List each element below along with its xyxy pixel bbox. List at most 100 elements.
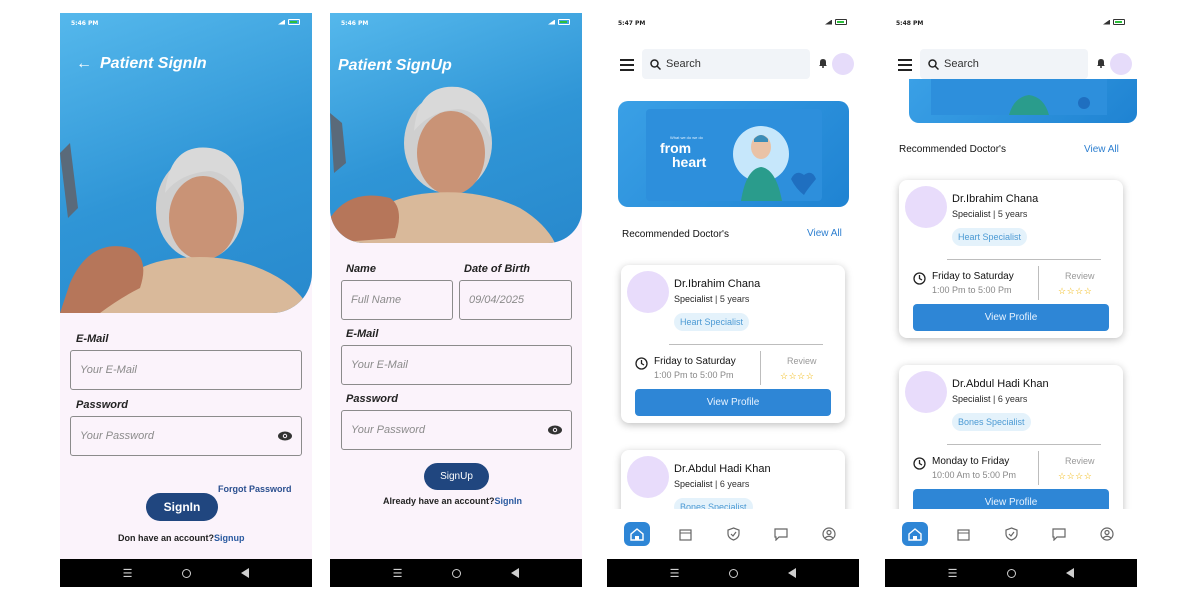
availability-hours: 1:00 Pm to 5:00 Pm (932, 285, 1012, 295)
nav-profile[interactable] (1094, 522, 1120, 546)
user-avatar[interactable] (1110, 53, 1132, 75)
status-bar: 5:46 PM (60, 13, 312, 33)
bell-icon[interactable] (1096, 58, 1106, 68)
rating-stars: ☆☆☆☆ (1058, 471, 1093, 481)
card-vertical-divider (1038, 266, 1039, 300)
card-vertical-divider (760, 351, 761, 385)
status-time: 5:46 PM (71, 20, 99, 27)
doctor-avatar (627, 456, 669, 498)
promo-banner[interactable] (909, 79, 1137, 123)
recents-icon[interactable]: ☰ (948, 567, 958, 580)
status-time: 5:47 PM (618, 20, 646, 27)
email-label: E-Mail (76, 333, 109, 345)
dob-field[interactable]: 09/04/2025 (459, 280, 572, 320)
signin-link[interactable]: SignIn (495, 496, 523, 506)
home-icon (630, 527, 644, 541)
nav-messages[interactable] (768, 522, 794, 546)
signin-button[interactable]: SignIn (146, 493, 218, 521)
section-title: Recommended Doctor's (899, 144, 1006, 155)
status-time: 5:46 PM (341, 20, 369, 27)
email-field[interactable]: Your E-Mail (341, 345, 572, 385)
signup-link[interactable]: Signup (214, 533, 245, 543)
availability-hours: 1:00 Pm to 5:00 Pm (654, 370, 734, 380)
patient-photo (330, 86, 555, 243)
password-field[interactable]: Your Password (341, 410, 572, 450)
status-time: 5:48 PM (896, 20, 924, 27)
bell-icon[interactable] (818, 58, 828, 68)
doctor-avatar (627, 271, 669, 313)
review-label: Review (1065, 456, 1095, 466)
nav-messages[interactable] (1046, 522, 1072, 546)
eye-icon[interactable] (277, 430, 293, 442)
email-field[interactable]: Your E-Mail (70, 350, 302, 390)
banner-from: from (660, 140, 692, 156)
signal-icons (278, 19, 300, 25)
home-nav-icon[interactable] (452, 568, 462, 578)
home-icon (908, 527, 922, 541)
card-vertical-divider (1038, 451, 1039, 485)
doctor-card[interactable]: Dr.Ibrahim Chana Specialist | 5 years He… (899, 180, 1123, 338)
eye-icon[interactable] (547, 424, 563, 436)
search-bar[interactable]: Search (920, 49, 1088, 79)
nav-appointments[interactable] (950, 522, 976, 546)
menu-icon[interactable] (898, 59, 912, 74)
nav-home[interactable] (624, 522, 650, 546)
nav-insurance[interactable] (998, 522, 1024, 546)
page-title: Patient SignUp (338, 57, 452, 74)
view-all-link[interactable]: View All (807, 228, 842, 239)
password-label: Password (346, 393, 398, 405)
home-nav-icon[interactable] (729, 568, 739, 578)
email-label: E-Mail (346, 328, 379, 340)
back-nav-icon[interactable] (1066, 568, 1075, 578)
profile-icon (822, 527, 836, 541)
menu-icon[interactable] (620, 59, 634, 74)
view-profile-button[interactable]: View Profile (913, 304, 1109, 331)
doctor-avatar (905, 371, 947, 413)
back-arrow-icon[interactable]: ← (76, 55, 92, 73)
review-label: Review (1065, 271, 1095, 281)
bottom-nav (607, 509, 859, 559)
recents-icon[interactable]: ☰ (670, 567, 680, 580)
nav-insurance[interactable] (720, 522, 746, 546)
back-nav-icon[interactable] (241, 568, 250, 578)
view-all-link[interactable]: View All (1084, 144, 1119, 155)
clock-icon (913, 457, 926, 470)
card-divider (947, 444, 1101, 445)
recents-icon[interactable]: ☰ (393, 567, 403, 580)
bottom-nav (885, 509, 1137, 559)
rating-stars: ☆☆☆☆ (1058, 286, 1093, 296)
recents-icon[interactable]: ☰ (123, 567, 133, 580)
view-profile-button[interactable]: View Profile (635, 389, 831, 416)
shield-check-icon (1004, 527, 1018, 541)
user-avatar[interactable] (832, 53, 854, 75)
back-nav-icon[interactable] (511, 568, 520, 578)
calendar-icon (956, 528, 970, 541)
android-nav-bar: ☰ (885, 559, 1137, 587)
home-nav-icon[interactable] (1007, 568, 1017, 578)
status-bar: 5:47 PM (607, 13, 859, 33)
clock-icon (635, 357, 648, 370)
nav-appointments[interactable] (672, 522, 698, 546)
nav-home[interactable] (902, 522, 928, 546)
doctor-card[interactable]: Dr.Abdul Hadi Khan Specialist | 6 years … (899, 365, 1123, 523)
signup-hero: Patient SignUp (330, 13, 582, 243)
doctor-role: Specialist (674, 479, 713, 489)
back-nav-icon[interactable] (788, 568, 797, 578)
doctor-card[interactable]: Dr.Ibrahim Chana Specialist | 5 years He… (621, 265, 845, 423)
android-nav-bar: ☰ (60, 559, 312, 587)
nav-profile[interactable] (816, 522, 842, 546)
signup-prompt-text: Don have an account? (118, 533, 215, 543)
home-screen-scrolled: 5:48 PM Search Recommended Doctor's View… (885, 13, 1137, 587)
doctor-years: 6 years (997, 394, 1028, 404)
signup-button[interactable]: SignUp (424, 463, 489, 490)
android-nav-bar: ☰ (607, 559, 859, 587)
promo-banner[interactable]: What we do we do from heart (618, 101, 849, 207)
profile-icon (1100, 527, 1114, 541)
android-nav-bar: ☰ (330, 559, 582, 587)
forgot-password-link[interactable]: Forgot Password (218, 484, 292, 494)
password-field[interactable]: Your Password (70, 416, 302, 456)
search-bar[interactable]: Search (642, 49, 810, 79)
name-field[interactable]: Full Name (341, 280, 453, 320)
signup-prompt: Don have an account?Signup (118, 533, 245, 543)
home-nav-icon[interactable] (182, 568, 192, 578)
